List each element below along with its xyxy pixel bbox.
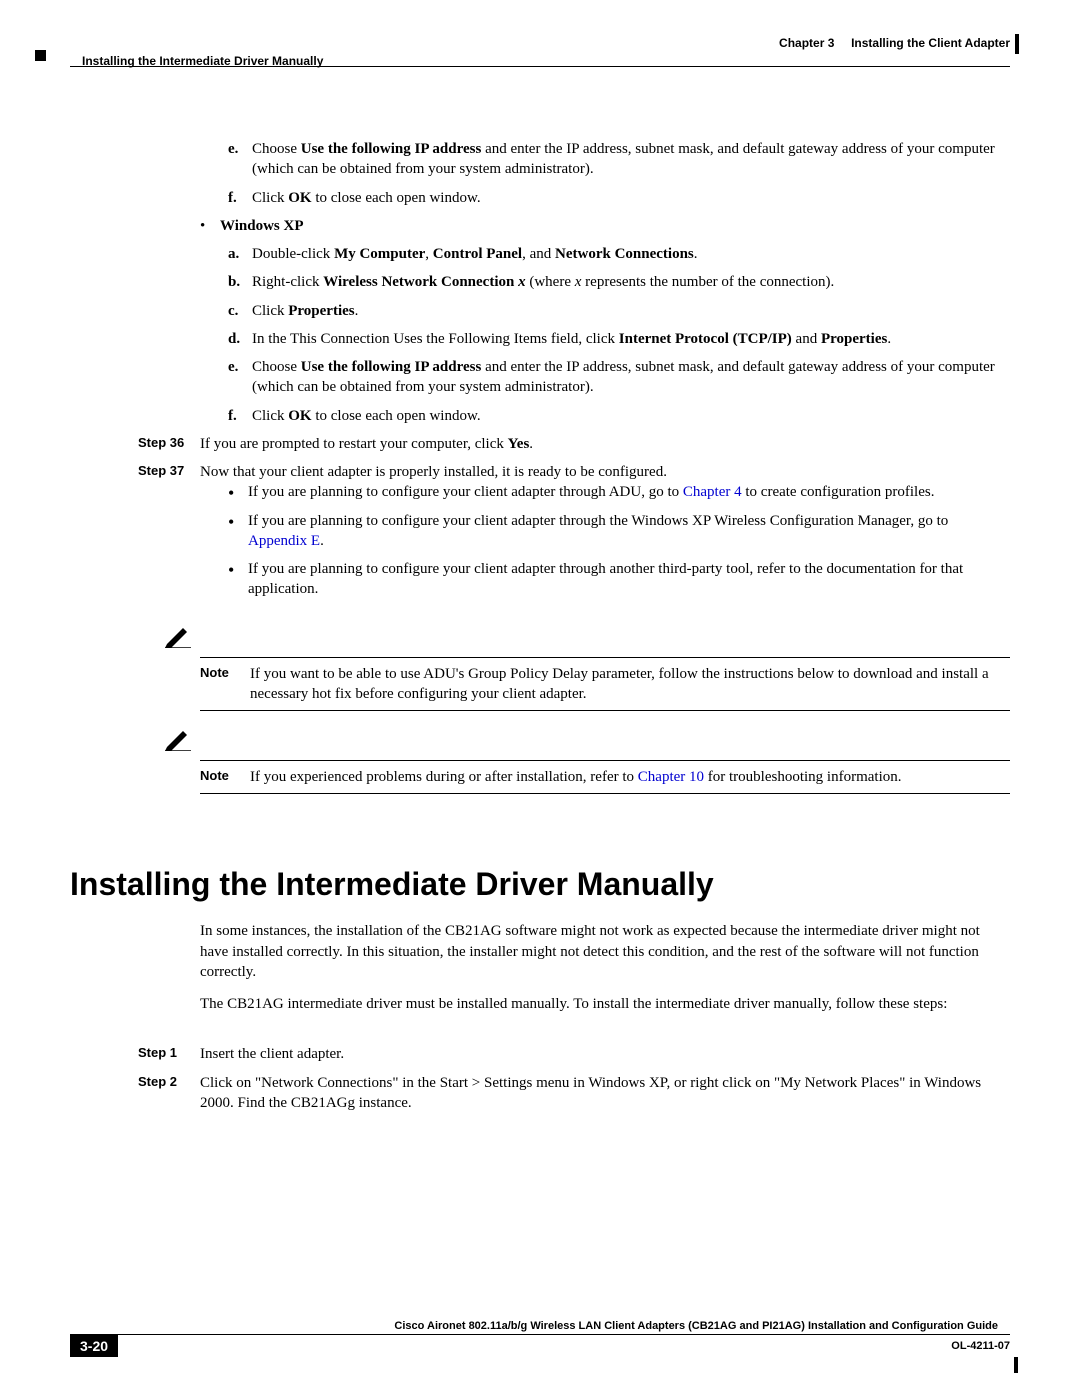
xp-item-d: d. In the This Connection Uses the Follo… [228,329,1010,349]
note-text: If you want to be able to use ADU's Grou… [250,664,1010,705]
footer-guide-title: Cisco Aironet 802.11a/b/g Wireless LAN C… [70,1320,1010,1332]
document-id: OL-4211-07 [951,1340,1010,1352]
footer-endcap-icon [1014,1357,1018,1373]
note-label: Note [200,767,250,787]
step37-bullet-1: If you are planning to configure your cl… [228,482,1010,502]
step-37: Step 37 Now that your client adapter is … [70,462,1010,608]
link-chapter-4[interactable]: Chapter 4 [683,484,742,500]
link-chapter-10[interactable]: Chapter 10 [638,769,704,785]
note-label: Note [200,664,250,705]
intro-para-1: In some instances, the installation of t… [200,921,1010,982]
note-text: If you experienced problems during or af… [250,767,1010,787]
xp-item-e: e. Choose Use the following IP address a… [228,357,1010,398]
xp-item-f: f. Click OK to close each open window. [228,406,1010,426]
step-label: Step 36 [70,434,200,454]
pencil-icon [165,626,1010,655]
manual-step-2: Step 2 Click on "Network Connections" in… [70,1073,1010,1114]
list-item-e: e. Choose Use the following IP address a… [228,139,1010,180]
step37-bullet-2: If you are planning to configure your cl… [228,511,1010,552]
chapter-title: Installing the Client Adapter [851,36,1010,50]
step-body: Now that your client adapter is properly… [200,462,1010,608]
link-appendix-e[interactable]: Appendix E [248,533,320,549]
bullet-windows-xp: Windows XP [200,216,1010,236]
step-body: If you are prompted to restart your comp… [200,434,1010,454]
step-label: Step 1 [70,1044,200,1064]
intro-para-2: The CB21AG intermediate driver must be i… [200,994,1010,1014]
header-chapter: Chapter 3 Installing the Client Adapter [779,36,1010,50]
page-header: Chapter 3 Installing the Client Adapter … [70,36,1010,67]
pencil-icon [165,729,1010,758]
note-2: Note If you experienced problems during … [70,729,1010,794]
manual-step-1: Step 1 Insert the client adapter. [70,1044,1010,1064]
page-footer: Cisco Aironet 802.11a/b/g Wireless LAN C… [70,1320,1010,1357]
header-square-icon [35,50,46,61]
step-label: Step 2 [70,1073,200,1114]
list-item-f: f. Click OK to close each open window. [228,188,1010,208]
step-body: Insert the client adapter. [200,1044,1010,1064]
footer-rule: 3-20 OL-4211-07 [70,1334,1010,1357]
content: e. Choose Use the following IP address a… [70,67,1010,1113]
step-label: Step 37 [70,462,200,608]
xp-item-b: b. Right-click Wireless Network Connecti… [228,272,1010,292]
xp-item-c: c. Click Properties. [228,301,1010,321]
section-heading: Installing the Intermediate Driver Manua… [70,866,1010,903]
xp-item-a: a. Double-click My Computer, Control Pan… [228,244,1010,264]
page: Chapter 3 Installing the Client Adapter … [0,0,1080,1397]
note-1: Note If you want to be able to use ADU's… [70,626,1010,712]
page-number: 3-20 [70,1335,118,1357]
continued-list: e. Choose Use the following IP address a… [200,139,1010,426]
step-body: Click on "Network Connections" in the St… [200,1073,1010,1114]
step37-bullet-3: If you are planning to configure your cl… [228,559,1010,600]
step-36: Step 36 If you are prompted to restart y… [70,434,1010,454]
header-section: Installing the Intermediate Driver Manua… [82,54,323,68]
chapter-number: Chapter 3 [779,36,834,50]
header-endcap-icon [1015,34,1019,54]
